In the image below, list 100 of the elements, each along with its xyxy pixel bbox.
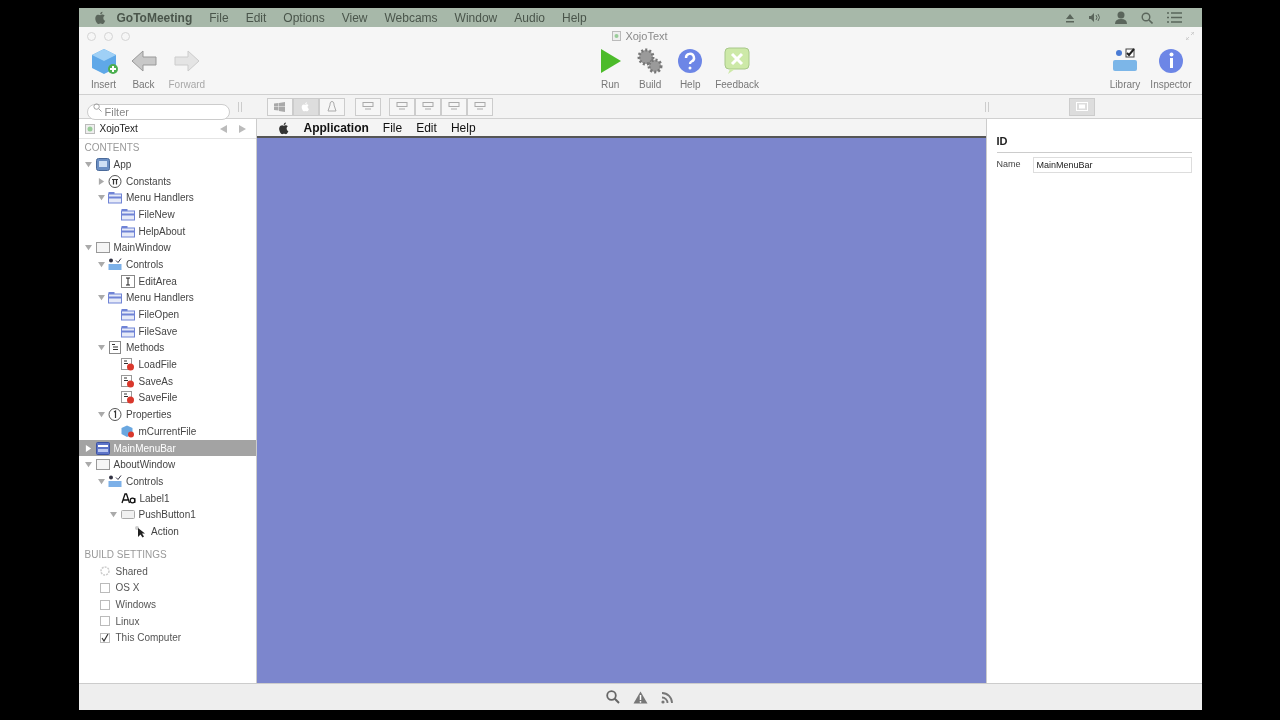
fullscreen-icon[interactable] bbox=[1185, 32, 1194, 40]
window-title: XojoText bbox=[625, 28, 668, 44]
tree-item[interactable]: Action bbox=[78, 523, 256, 540]
menu-item[interactable]: View bbox=[341, 8, 368, 27]
menu-item[interactable]: Options bbox=[283, 8, 325, 27]
toolbar-button[interactable]: Library bbox=[1105, 47, 1145, 92]
menu-item[interactable]: Webcams bbox=[384, 8, 438, 27]
tree-item[interactable]: Methods bbox=[78, 339, 256, 357]
menu-title[interactable]: Application bbox=[303, 118, 369, 137]
tree-item[interactable]: Menu Handlers bbox=[78, 289, 256, 307]
menu-item[interactable]: Audio bbox=[514, 8, 545, 27]
toolbar-button[interactable]: Help bbox=[671, 47, 710, 92]
collapse-triangle-icon[interactable] bbox=[97, 294, 105, 302]
toolbar-button[interactable]: Insert bbox=[84, 47, 123, 92]
build-setting-label: This Computer bbox=[115, 631, 182, 646]
menu-icon bbox=[120, 324, 135, 338]
menu-item[interactable]: Window bbox=[454, 8, 498, 27]
align-icon bbox=[421, 102, 434, 111]
checkbox[interactable] bbox=[99, 582, 110, 593]
text-field-icon bbox=[120, 274, 135, 288]
menu-item[interactable]: File bbox=[209, 8, 229, 27]
method-icon bbox=[120, 374, 135, 388]
tree-item[interactable]: Constants bbox=[78, 172, 256, 190]
collapse-triangle-icon[interactable] bbox=[85, 244, 92, 252]
collapse-triangle-icon[interactable] bbox=[97, 260, 105, 268]
previous-icon[interactable] bbox=[219, 124, 227, 133]
method-icon bbox=[120, 358, 135, 372]
tree-item[interactable]: SaveFile bbox=[78, 389, 256, 407]
tree-item[interactable]: AboutWindow bbox=[78, 456, 256, 474]
windows-logo-icon bbox=[274, 101, 285, 112]
menu-title[interactable]: Help bbox=[450, 118, 476, 137]
menu-item[interactable]: Edit bbox=[245, 8, 267, 27]
window-icon bbox=[95, 458, 110, 472]
tree-item[interactable]: PushButton1 bbox=[78, 506, 256, 524]
tree-item[interactable]: MainWindow bbox=[78, 239, 256, 257]
tree-item[interactable]: LoadFile bbox=[78, 356, 256, 373]
filter-field[interactable]: Filter bbox=[86, 103, 230, 120]
tree-item[interactable]: Properties bbox=[78, 406, 256, 423]
toolbar-button[interactable]: Back bbox=[124, 47, 163, 92]
collapse-triangle-icon[interactable] bbox=[110, 511, 117, 519]
tree-item[interactable]: Controls bbox=[78, 473, 256, 490]
list-icon[interactable] bbox=[1166, 12, 1182, 23]
penguin-icon bbox=[326, 100, 337, 113]
align-button[interactable] bbox=[466, 97, 493, 116]
volume-icon[interactable] bbox=[1088, 12, 1101, 23]
controls-icon bbox=[108, 257, 122, 271]
tree-item[interactable]: FileSave bbox=[78, 322, 256, 340]
tree-item[interactable]: HelpAbout bbox=[78, 222, 256, 240]
tree-item[interactable]: FileOpen bbox=[78, 306, 256, 323]
menu-item[interactable]: Help bbox=[562, 8, 587, 27]
collapse-triangle-icon[interactable] bbox=[85, 461, 92, 469]
align-button[interactable] bbox=[388, 97, 415, 116]
apple-logo-icon bbox=[300, 101, 311, 112]
document-icon bbox=[612, 31, 622, 41]
user-icon[interactable] bbox=[1114, 11, 1127, 24]
eject-icon[interactable] bbox=[1064, 12, 1075, 23]
tree-item[interactable]: Label1 bbox=[78, 489, 256, 507]
collapse-triangle-icon[interactable] bbox=[85, 160, 92, 168]
tree-item[interactable]: EditArea bbox=[78, 272, 256, 290]
collapse-triangle-icon[interactable] bbox=[97, 477, 105, 485]
checkbox[interactable] bbox=[99, 616, 110, 627]
menubar-icon bbox=[95, 441, 110, 455]
align-button[interactable] bbox=[414, 97, 441, 116]
platform-button[interactable] bbox=[318, 97, 345, 116]
tree-item[interactable]: App bbox=[78, 156, 256, 173]
field-label: Name bbox=[996, 157, 1022, 171]
menu-title[interactable]: File bbox=[382, 118, 403, 137]
tree-item[interactable]: Menu Handlers bbox=[78, 189, 256, 207]
align-button[interactable] bbox=[440, 97, 467, 116]
layout-button[interactable] bbox=[354, 97, 381, 116]
feed-icon[interactable] bbox=[661, 690, 674, 704]
panel-toggle-button[interactable] bbox=[1068, 97, 1095, 116]
search-icon[interactable] bbox=[1140, 11, 1153, 24]
toolbar-button[interactable]: Run bbox=[591, 47, 630, 92]
platform-button[interactable] bbox=[292, 97, 319, 116]
expand-triangle-icon[interactable] bbox=[97, 177, 105, 185]
tree-item[interactable]: SaveAs bbox=[78, 372, 256, 390]
tree-item[interactable]: FileNew bbox=[78, 206, 256, 223]
search-icon[interactable] bbox=[606, 690, 620, 704]
pi-icon bbox=[108, 174, 122, 188]
method-icon bbox=[120, 391, 135, 405]
collapse-triangle-icon[interactable] bbox=[97, 411, 105, 419]
toolbar-button[interactable]: Inspector bbox=[1146, 47, 1196, 92]
menu-icon bbox=[120, 207, 135, 221]
checkbox[interactable] bbox=[99, 599, 110, 610]
project-name: XojoText bbox=[99, 122, 138, 136]
platform-button[interactable] bbox=[266, 97, 293, 116]
menu-title[interactable]: Edit bbox=[416, 118, 437, 137]
collapse-triangle-icon[interactable] bbox=[97, 344, 105, 352]
collapse-triangle-icon[interactable] bbox=[97, 194, 105, 202]
tree-item[interactable]: Controls bbox=[78, 256, 256, 273]
toolbar-button[interactable]: Feedback bbox=[711, 47, 764, 92]
expand-triangle-icon[interactable] bbox=[85, 444, 92, 452]
next-icon[interactable] bbox=[238, 124, 246, 133]
app-menu[interactable]: GoToMeeting bbox=[116, 8, 193, 27]
checkbox[interactable] bbox=[99, 632, 110, 643]
tree-item[interactable]: mCurrentFile bbox=[78, 423, 256, 440]
warning-icon[interactable] bbox=[633, 690, 648, 704]
name-field[interactable]: MainMenuBar bbox=[1032, 156, 1192, 173]
toolbar-button[interactable]: Build bbox=[631, 47, 670, 92]
